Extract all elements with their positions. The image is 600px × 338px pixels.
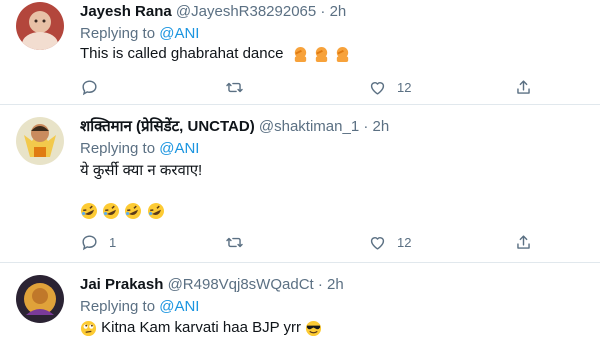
reply-button[interactable]: 1: [80, 232, 116, 252]
retweet-button[interactable]: [225, 77, 244, 97]
display-name[interactable]: शक्तिमान (प्रेसिडेंट, UNCTAD): [80, 118, 255, 135]
laughing-emoji-icon: [125, 203, 142, 220]
replying-label: Replying to: [80, 140, 160, 157]
tweet-2[interactable]: शक्तिमान (प्रेसिडेंट, UNCTAD) @shaktiman…: [0, 105, 600, 260]
separator-dot: ·: [363, 118, 369, 135]
separator-dot: ·: [317, 276, 323, 293]
reply-icon: [82, 234, 97, 250]
tweet-3[interactable]: Jai Prakash @R498Vqj8sWQadCt · 2h Replyi…: [0, 263, 600, 338]
avatar[interactable]: [16, 117, 64, 165]
tweet-1[interactable]: Jayesh Rana @JayeshR38292065 · 2h Replyi…: [0, 0, 600, 101]
avatar[interactable]: [16, 275, 64, 323]
rolling-eyes-emoji-icon: [80, 320, 97, 336]
emoji-line: [80, 201, 165, 221]
share-icon: [517, 234, 530, 249]
replying-to: Replying to @ANI: [80, 25, 199, 43]
tweet-text: ये कुर्सी क्या न करवाए!: [80, 162, 203, 179]
replying-to: Replying to @ANI: [80, 298, 199, 316]
user-handle[interactable]: @JayeshR38292065: [176, 3, 316, 20]
laughing-emoji-icon: [103, 203, 120, 220]
replying-label: Replying to: [80, 298, 160, 315]
retweet-icon: [226, 237, 243, 247]
share-button[interactable]: [514, 232, 533, 252]
facepalm-emoji-icon: [315, 46, 327, 62]
separator-dot: ·: [320, 3, 326, 20]
user-handle[interactable]: @shaktiman_1: [259, 118, 359, 135]
mention-link[interactable]: @ANI: [159, 140, 199, 157]
display-name[interactable]: Jayesh Rana: [80, 3, 172, 20]
user-handle[interactable]: @R498Vqj8sWQadCt: [168, 276, 314, 293]
tweet-text: This is called ghabrahat dance: [80, 44, 351, 64]
tweet-header: शक्तिमान (प्रेसिडेंट, UNCTAD) @shaktiman…: [80, 118, 389, 136]
facepalm-emoji-icon: [294, 46, 306, 62]
reply-button[interactable]: [80, 77, 109, 97]
like-count: 12: [397, 79, 412, 95]
display-name[interactable]: Jai Prakash: [80, 276, 163, 293]
timestamp[interactable]: 2h: [373, 118, 390, 135]
facepalm-emoji-group: [292, 45, 351, 62]
share-icon: [517, 79, 530, 94]
tweet-text-content: This is called ghabrahat dance: [80, 45, 284, 62]
laughing-emoji-icon: [147, 203, 164, 220]
replying-label: Replying to: [80, 25, 160, 42]
tweet-header: Jai Prakash @R498Vqj8sWQadCt · 2h: [80, 276, 344, 294]
avatar[interactable]: [16, 2, 64, 50]
heart-icon: [370, 81, 385, 95]
timestamp[interactable]: 2h: [330, 3, 347, 20]
tweet-header: Jayesh Rana @JayeshR38292065 · 2h: [80, 3, 346, 21]
replying-to: Replying to @ANI: [80, 140, 199, 158]
timestamp[interactable]: 2h: [327, 276, 344, 293]
reply-count: 1: [109, 234, 117, 250]
tweet-text-content: Kitna Kam karvati haa BJP yrr: [101, 319, 301, 336]
tweet-text: Kitna Kam karvati haa BJP yrr: [80, 318, 322, 338]
retweet-icon: [226, 82, 243, 92]
like-count: 12: [397, 234, 412, 250]
mention-link[interactable]: @ANI: [159, 298, 199, 315]
heart-icon: [370, 236, 385, 250]
sunglasses-emoji-icon: [306, 320, 322, 336]
like-button[interactable]: 12: [368, 77, 411, 97]
like-button[interactable]: 12: [368, 232, 411, 252]
mention-link[interactable]: @ANI: [159, 25, 199, 42]
tweet-actions: 12: [80, 77, 540, 97]
reply-icon: [82, 79, 97, 95]
facepalm-emoji-icon: [336, 46, 349, 62]
retweet-button[interactable]: [225, 232, 244, 252]
laughing-emoji-icon: [81, 203, 97, 220]
tweet-actions: 1 12: [80, 232, 540, 252]
share-button[interactable]: [514, 77, 533, 97]
